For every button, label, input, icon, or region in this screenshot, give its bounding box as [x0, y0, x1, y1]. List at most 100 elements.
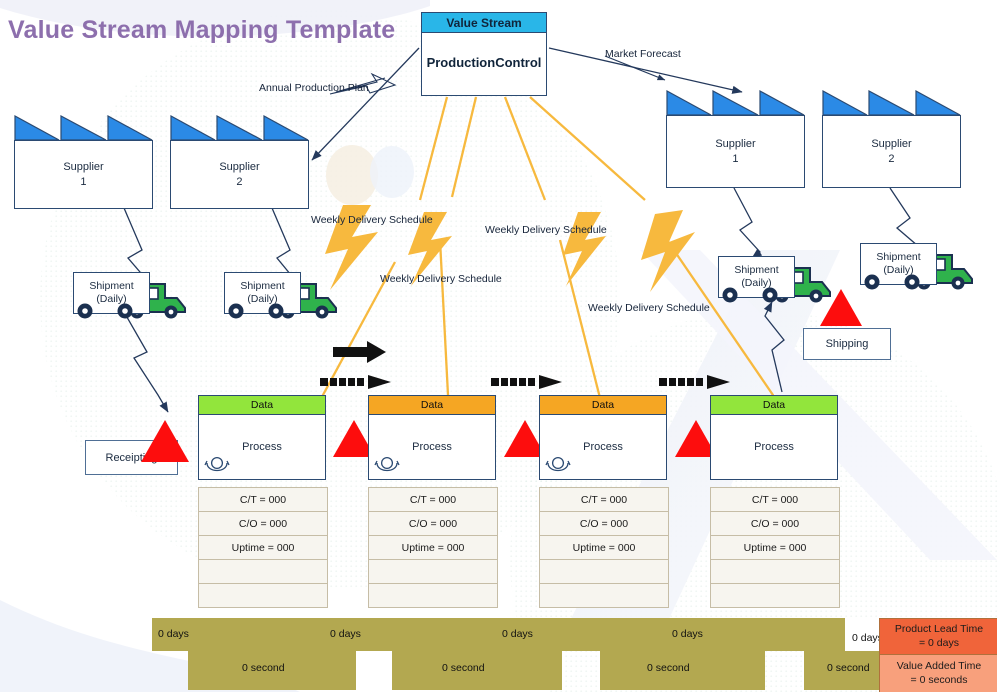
metric-uptime: Uptime = 000 [369, 536, 497, 560]
timeline-lead-2: 0 days [330, 628, 361, 640]
shipment-2-wheels [228, 303, 284, 319]
metric-uptime: Uptime = 000 [540, 536, 668, 560]
material-flow-arrow [333, 341, 386, 363]
process-box-2[interactable]: Data Process [368, 395, 496, 480]
timeline-value-3: 0 second [647, 662, 690, 674]
process-2-data-header: Data [368, 395, 496, 415]
inventory-triangle-receipting [141, 420, 189, 462]
label-weekly-delivery-4: Weekly Delivery Schedule [588, 302, 710, 314]
shipment-3-wheels [722, 287, 778, 303]
process-2-label: Process [412, 441, 452, 453]
shipment-title: Shipment [89, 279, 134, 292]
value-stream-header: Value Stream [422, 13, 546, 33]
process-3-data-table: C/T = 000 C/O = 000 Uptime = 000 [539, 487, 669, 608]
supplier-name: Supplier [219, 161, 260, 174]
supplier-number: 2 [236, 175, 243, 188]
value-added-line2: = 0 seconds [910, 674, 968, 686]
process-4-body: Process [710, 415, 838, 480]
operator-icon [545, 456, 571, 472]
process-2-data-table: C/T = 000 C/O = 000 Uptime = 000 [368, 487, 498, 608]
metric-empty-2 [369, 584, 497, 607]
metric-uptime: Uptime = 000 [711, 536, 839, 560]
factory-roof-icon [170, 114, 309, 141]
factory-roof-icon [666, 89, 805, 116]
push-arrow-2 [491, 375, 562, 389]
production-control-line2: Control [495, 55, 542, 71]
lead-time-line2: = 0 days [918, 637, 959, 649]
label-market-forecast: Market Forecast [605, 48, 681, 60]
value-added-time-box: Value Added Time = 0 seconds [879, 654, 997, 692]
label-weekly-delivery-1: Weekly Delivery Schedule [311, 214, 433, 226]
shipment-title: Shipment [876, 250, 921, 263]
metric-empty-1 [540, 560, 668, 584]
process-box-3[interactable]: Data Process [539, 395, 667, 480]
process-3-data-header: Data [539, 395, 667, 415]
shipment-1[interactable]: Shipment (Daily) [73, 272, 186, 320]
push-arrow-3 [659, 375, 730, 389]
supplier-name: Supplier [63, 161, 104, 174]
shipment-2[interactable]: Shipment (Daily) [224, 272, 337, 320]
supplier-right-1-label: Supplier 1 [666, 115, 805, 188]
metric-empty-2 [711, 584, 839, 607]
metric-empty-2 [540, 584, 668, 607]
supplier-left-2[interactable]: Supplier 2 [170, 113, 309, 209]
process-3-body: Process [539, 415, 667, 480]
metric-empty-1 [369, 560, 497, 584]
page-title: Value Stream Mapping Template [8, 16, 396, 44]
supplier-left-1[interactable]: Supplier 1 [14, 113, 153, 209]
supplier-right-1[interactable]: Supplier 1 [666, 88, 805, 188]
supplier-right-2[interactable]: Supplier 2 [822, 88, 961, 188]
metric-co: C/O = 000 [540, 512, 668, 536]
process-2-body: Process [368, 415, 496, 480]
operator-icon [204, 456, 230, 472]
metric-co: C/O = 000 [369, 512, 497, 536]
supplier-left-2-label: Supplier 2 [170, 140, 309, 209]
production-control-box[interactable]: Value Stream Production Control [421, 12, 547, 96]
supplier-right-2-label: Supplier 2 [822, 115, 961, 188]
timeline-lead-4: 0 days [672, 628, 703, 640]
metric-ct: C/T = 000 [199, 488, 327, 512]
label-weekly-delivery-2: Weekly Delivery Schedule [485, 224, 607, 236]
vsm-canvas: Value Stream Mapping Template Value Stre… [0, 0, 997, 692]
metric-ct: C/T = 000 [369, 488, 497, 512]
process-4-data-table: C/T = 000 C/O = 000 Uptime = 000 [710, 487, 840, 608]
shipment-4-wheels [864, 274, 920, 290]
process-box-1[interactable]: Data Process [198, 395, 326, 480]
metric-ct: C/T = 000 [711, 488, 839, 512]
process-box-4[interactable]: Data Process [710, 395, 838, 480]
metric-uptime: Uptime = 000 [199, 536, 327, 560]
shipment-4[interactable]: Shipment (Daily) [860, 243, 973, 291]
metric-co: C/O = 000 [199, 512, 327, 536]
process-4-label: Process [754, 441, 794, 453]
supplier-left-1-label: Supplier 1 [14, 140, 153, 209]
metric-empty-2 [199, 584, 327, 607]
shipment-3[interactable]: Shipment (Daily) [718, 256, 831, 304]
timeline-value-2: 0 second [442, 662, 485, 674]
shipment-title: Shipment [240, 279, 285, 292]
operator-icon [374, 456, 400, 472]
process-1-body: Process [198, 415, 326, 480]
process-1-data-table: C/T = 000 C/O = 000 Uptime = 000 [198, 487, 328, 608]
timeline-lead-3: 0 days [502, 628, 533, 640]
process-1-data-header: Data [198, 395, 326, 415]
factory-roof-icon [822, 89, 961, 116]
supplier-number: 1 [732, 152, 739, 165]
process-1-label: Process [242, 441, 282, 453]
metric-co: C/O = 000 [711, 512, 839, 536]
metric-ct: C/T = 000 [540, 488, 668, 512]
lead-time-line1: Product Lead Time [894, 623, 984, 636]
timeline-value-4: 0 second [827, 662, 870, 674]
shipment-title: Shipment [734, 263, 779, 276]
product-lead-time-box: Product Lead Time = 0 days [879, 618, 997, 656]
timeline-value-1: 0 second [242, 662, 285, 674]
factory-roof-icon [14, 114, 153, 141]
supplier-name: Supplier [871, 138, 912, 151]
shipment-1-wheels [77, 303, 133, 319]
metric-empty-1 [711, 560, 839, 584]
label-annual-production-plan: Annual Production Plan [259, 82, 369, 94]
timeline-lead-1: 0 days [158, 628, 189, 640]
process-4-data-header: Data [710, 395, 838, 415]
shipping-box[interactable]: Shipping [803, 328, 891, 360]
timeline-shape [152, 618, 997, 690]
production-control-line1: Production [426, 55, 496, 71]
